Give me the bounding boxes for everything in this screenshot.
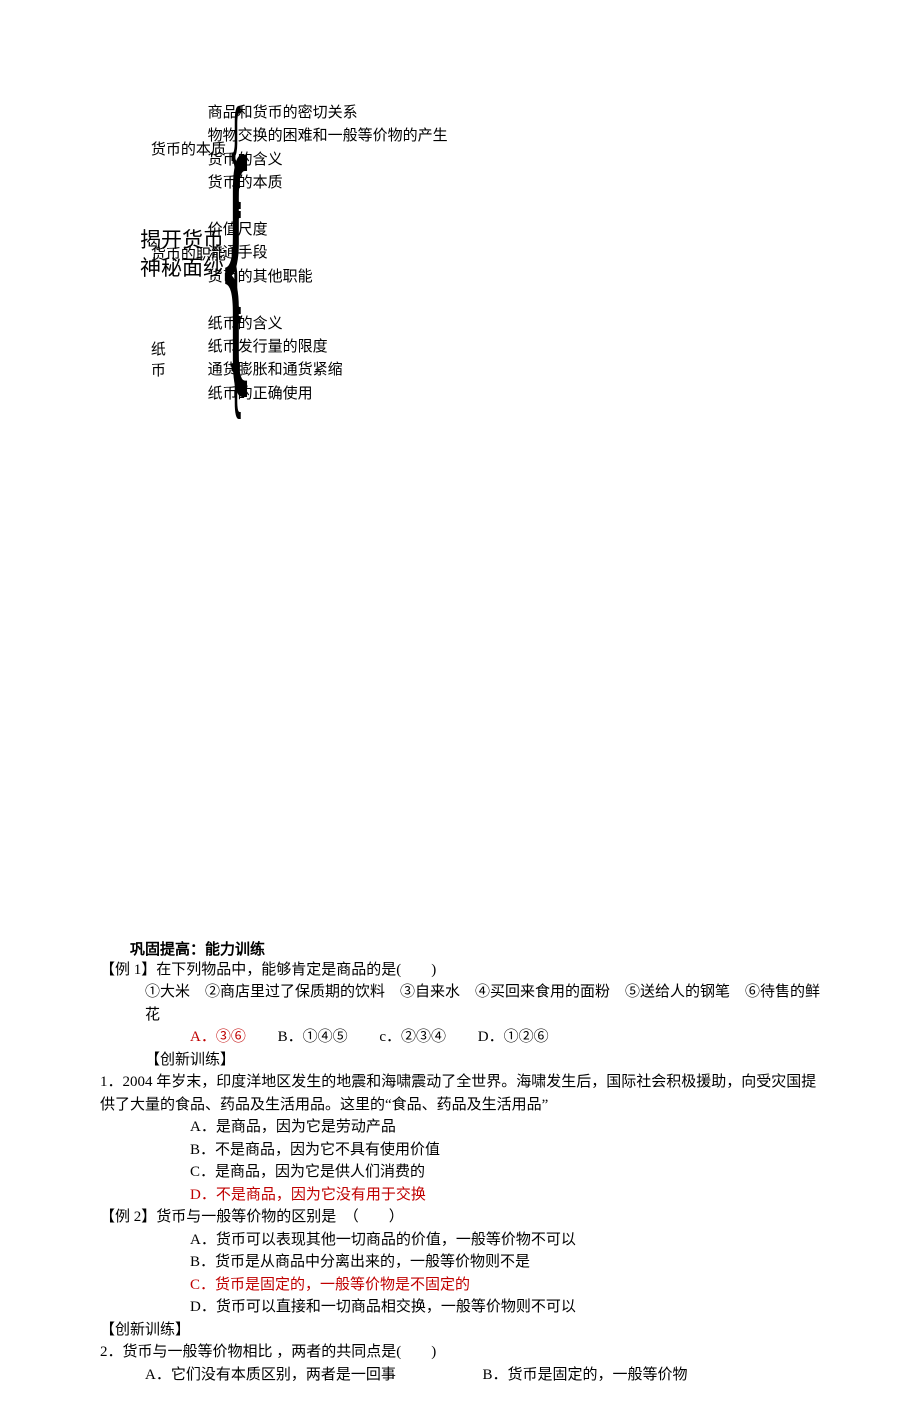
brace-icon: { [231, 221, 241, 287]
example-2-stem: 【例 2】货币与一般等价物的区别是 （ ） [100, 1206, 820, 1229]
q2-option-a: A．它们没有本质区别，两者是一回事 [145, 1364, 483, 1387]
option-d: D．①②⑥ [478, 1026, 549, 1049]
example-1-options: A．③⑥ B．①④⑤ c．②③④ D．①②⑥ [100, 1026, 820, 1049]
training-heading: 【创新训练】 [100, 1049, 820, 1072]
brace-icon: { [231, 326, 241, 392]
ex2-option-b: B．货币是从商品中分离出来的，一般等价物则不是 [100, 1251, 820, 1274]
training-heading-2: 【创新训练】 [100, 1319, 820, 1342]
q2-option-b: B．货币是固定的，一般等价物 [483, 1364, 821, 1387]
q1-option-d: D．不是商品，因为它没有用于交换 [100, 1184, 820, 1207]
ex2-option-c: C．货币是固定的，一般等价物是不固定的 [100, 1274, 820, 1297]
example-1-items: ①大米 ②商店里过了保质期的饮料 ③自来水 ④买回来食用的面粉 ⑤送给人的钢笔 … [100, 981, 820, 1026]
option-c: c．②③④ [379, 1026, 446, 1049]
example-1-stem: 【例 1】在下列物品中，能够肯定是商品的是( ) [100, 959, 820, 982]
option-b: B．①④⑤ [278, 1026, 348, 1049]
q1-stem: 1．2004 年岁末，印度洋地区发生的地震和海啸震动了全世界。海啸发生后，国际社… [100, 1071, 820, 1116]
concept-diagram: 揭开货币神秘面纱 { 货币的本质 { 商品和货币的密切关系 物物交换的困难和一般… [140, 90, 820, 418]
q1-option-c: C．是商品，因为它是供人们消费的 [100, 1161, 820, 1184]
q2-stem: 2．货币与一般等价物相比 ，两者的共同点是( ) [100, 1341, 820, 1364]
q1-option-a: A．是商品，因为它是劳动产品 [100, 1116, 820, 1139]
option-a: A．③⑥ [190, 1026, 246, 1049]
ex2-option-a: A．货币可以表现其他一切商品的价值，一般等价物不可以 [100, 1229, 820, 1252]
brace-icon: { [231, 116, 241, 182]
q1-option-b: B．不是商品，因为它不具有使用价值 [100, 1139, 820, 1162]
section-title: 巩固提高：能力训练 [100, 938, 820, 959]
ex2-option-d: D．货币可以直接和一切商品相交换，一般等价物则不可以 [100, 1296, 820, 1319]
